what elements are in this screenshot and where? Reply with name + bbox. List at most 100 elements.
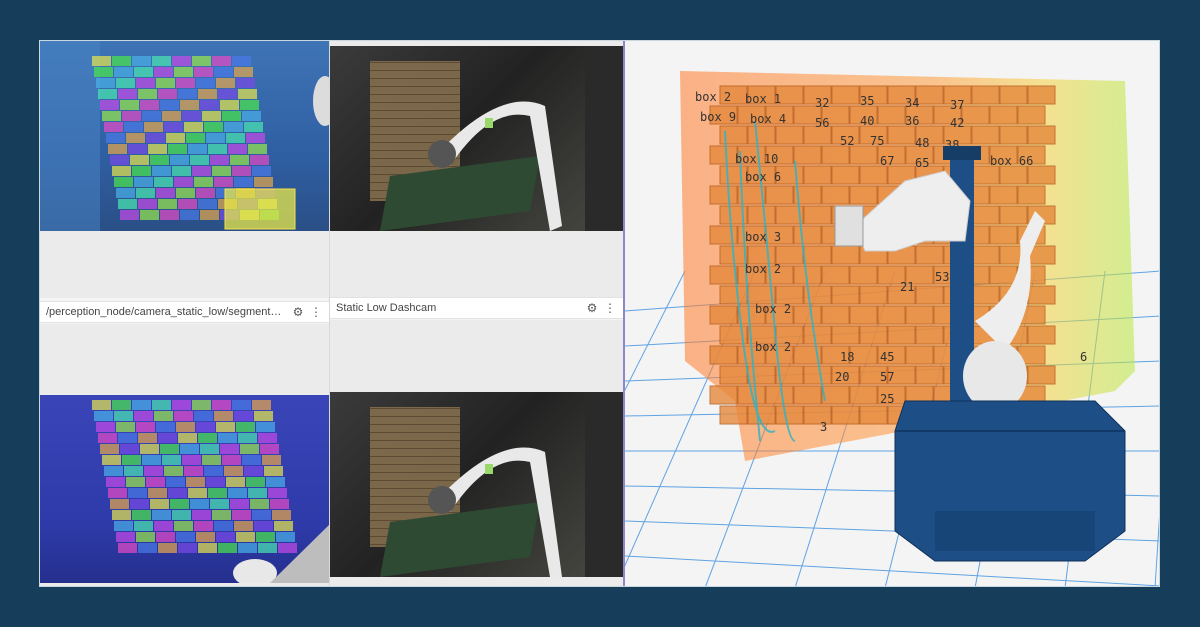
segmentation-mask [186,133,205,143]
box-marker [821,185,850,205]
segmentation-mask [96,422,115,432]
segmentation-mask [108,488,127,498]
more-vertical-icon[interactable]: ⋮ [603,301,617,315]
box-label: 35 [860,94,874,108]
box-marker [821,265,850,285]
gear-icon[interactable]: ⚙ [291,305,305,319]
segmentation-mask [240,100,259,110]
segmentation-mask [174,411,193,421]
more-vertical-icon[interactable]: ⋮ [309,305,323,319]
segmentation-mask [244,466,263,476]
segmentation-mask [232,166,251,176]
box-marker [793,385,822,405]
box-label: 6 [1080,350,1087,364]
box-marker [831,165,860,185]
segmentation-mask [116,532,135,542]
segmentation-mask [256,422,275,432]
segmentation-mask [112,510,131,520]
box-marker [747,205,776,225]
segmentation-mask [160,444,179,454]
box-label: 34 [905,96,919,110]
segmentation-mask [196,78,215,88]
segmentation-mask [158,543,177,553]
segmentation-mask [254,177,273,187]
box-marker [1017,185,1046,205]
segmentation-mask [122,455,141,465]
segmentation-topic-title: /perception_node/camera_static_low/segme… [46,306,287,318]
box-marker [971,285,1000,305]
box-marker [803,165,832,185]
segmentation-mask [118,89,137,99]
segmentation-mask [130,155,149,165]
segmentation-mask [104,122,123,132]
segmentation-panel-top [40,41,329,298]
box-marker [709,145,738,165]
segmentation-mask [160,210,179,220]
segmentation-mask [164,466,183,476]
box-marker [849,185,878,205]
segmentation-mask [98,89,117,99]
box-marker [905,345,934,365]
box-marker [849,145,878,165]
segmentation-mask [200,444,219,454]
segmentation-mask [114,521,133,531]
segmentation-image-top[interactable] [40,41,329,231]
box-marker [831,405,860,425]
segmentation-mask [254,521,273,531]
box-label: 40 [860,114,874,128]
segmentation-mask [156,188,175,198]
box-marker [709,385,738,405]
segmentation-mask [200,100,219,110]
segmentation-mask [274,521,293,531]
gear-icon[interactable]: ⚙ [585,301,599,315]
segmentation-mask [142,111,161,121]
segmentation-mask [194,411,213,421]
segmentation-mask [238,89,257,99]
segmentation-mask [136,422,155,432]
box-marker [719,365,748,385]
dashcam-image-top[interactable] [330,46,623,231]
segmentation-mask [138,543,157,553]
segmentation-mask [168,488,187,498]
segmentation-mask [126,477,145,487]
segmentation-overlay [40,41,329,231]
segmentation-mask [112,56,131,66]
segmentation-mask [102,455,121,465]
box-marker [719,125,748,145]
box-label: box 9 [700,110,736,124]
segmentation-mask [116,78,135,88]
3d-visualization-panel[interactable]: box 2 box 1 32 35 34 37 box 9 box 4 56 40 36 42 box … [625,41,1159,586]
box-marker [803,365,832,385]
segmentation-mask [278,543,297,553]
segmentation-mask [144,122,163,132]
box-marker [859,325,888,345]
segmentation-mask [152,400,171,410]
box-label: 32 [815,96,829,110]
box-label: box 2 [755,340,791,354]
3d-scene: box 2 box 1 32 35 34 37box 9 box 4 56 40 36 42box … [625,71,1159,586]
box-marker [831,85,860,105]
segmentation-mask [134,521,153,531]
box-marker [971,205,1000,225]
segmentation-mask [194,177,213,187]
segmentation-mask [128,488,147,498]
dashcam-image-bottom[interactable] [330,392,623,577]
segmentation-mask [118,199,137,209]
segmentation-mask [166,133,185,143]
dashcam-toolbar: Static Low Dashcam ⚙ ⋮ [330,297,623,319]
segmentation-mask [220,444,239,454]
segmentation-mask [174,177,193,187]
segmentation-mask [158,89,177,99]
box-marker [849,385,878,405]
box-marker [1027,125,1056,145]
segmentation-mask [246,477,265,487]
box-marker [831,245,860,265]
segmentation-mask [178,433,197,443]
segmentation-mask [102,111,121,121]
box-marker [877,305,906,325]
segmentation-mask [140,100,159,110]
segmentation-mask [196,422,215,432]
box-marker [915,245,944,265]
segmentation-mask [248,488,267,498]
segmentation-image-bottom[interactable] [40,395,329,583]
